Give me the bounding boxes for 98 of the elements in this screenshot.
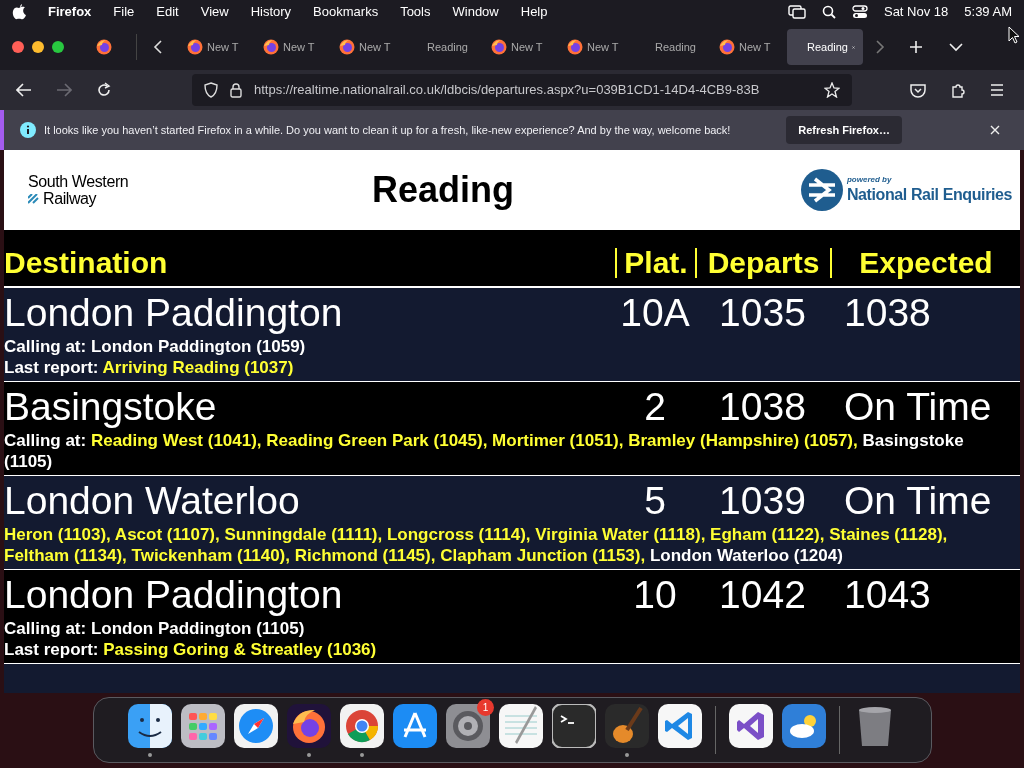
expected-time: 1043 [843,574,932,614]
menu-item[interactable]: History [250,2,292,22]
app-store-icon[interactable] [393,704,437,748]
gear-icon[interactable] [446,704,490,748]
window-control-icon[interactable] [52,41,64,53]
menu-item[interactable]: File [113,2,135,22]
calling-points: Calling at: London Paddington (1105) [4,618,306,639]
menu-item[interactable]: Window [452,2,499,22]
calling-points: Calling at: London Paddington (1059) [4,336,307,357]
notification-badge: 1 [477,699,494,716]
expected-time: On Time [843,480,993,520]
logo-text: National Rail Enquiries [846,185,1012,205]
calling-points: Calling at: Reading West (1041), Reading Green Park (1045), Mortimer (1051), Bramley (Hampshire) (1057), Basingstoke (1105) [4,430,965,472]
firefox-icon [567,39,583,55]
browser-tab[interactable]: New T [331,29,407,65]
platform-text: 10 [632,574,678,614]
browser-tab[interactable]: New T [711,29,787,65]
browser-tab[interactable]: New T [559,29,635,65]
menu-bar-date[interactable]: Sat Nov 18 [883,2,949,22]
compass-icon[interactable] [234,704,278,748]
menu-icon[interactable] [990,84,1004,96]
destination-text: London Paddington [4,574,344,614]
address-bar[interactable]: https://realtime.nationalrail.co.uk/ldbcis/departures.aspx?u=039B1CD1-14D4-4CB9-83B [192,74,852,106]
column-header: Departs [695,248,830,278]
info-icon [20,122,36,138]
notepad-icon[interactable] [499,704,543,748]
url-text: https://realtime.nationalrail.co.uk/ldbcis/departures.aspx?u=039B1CD1-14D4-4CB9-83B [254,81,761,100]
menu-bar-clock[interactable]: 5:39 AM [964,2,1012,22]
departure-time: 1039 [718,480,807,520]
logo-text: South Western [28,173,130,190]
pointer-icon [1008,26,1020,44]
terminal-icon[interactable] [552,704,596,748]
close-icon[interactable] [990,125,1000,135]
departure-time: 1035 [718,292,807,332]
last-report: Last report: Arriving Reading (1037) [4,357,295,378]
column-header: Expected [830,248,1020,278]
control-center-icon[interactable] [851,5,868,19]
browser-tab[interactable]: Reading [407,29,483,65]
menu-item[interactable]: Help [520,2,548,22]
firefox-view-icon[interactable] [96,39,112,55]
notification-message: It looks like you haven’t started Firefox in a while. Do you want to clean it up for a fresh, like-new experience? And by the way, welcome back! [44,122,731,138]
screen-mirroring-icon[interactable] [787,5,806,19]
station-title: Reading [372,168,514,212]
app-grid-icon[interactable] [181,704,225,748]
menu-item[interactable]: Tools [400,2,431,22]
new-tab-icon[interactable] [909,40,923,54]
menu-item[interactable]: View [200,2,229,22]
ide-icon[interactable] [729,704,773,748]
logo-text: Railway [43,190,97,207]
browser-tab[interactable]: New T [179,29,255,65]
column-header: Destination [4,248,169,278]
browser-tab[interactable]: Reading [635,29,711,65]
chrome-icon[interactable] [340,704,384,748]
destination-text: Basingstoke [4,386,218,426]
browser-tab[interactable]: New T [255,29,331,65]
finder-face-icon[interactable] [128,704,172,748]
reload-icon[interactable] [96,82,112,98]
column-header: Plat. [615,248,695,278]
firefox-icon[interactable] [287,704,331,748]
menu-item[interactable]: Bookmarks [313,2,379,22]
refresh-button[interactable]: Refresh Firefox… [786,115,902,145]
expected-time: On Time [843,386,993,426]
browser-tab[interactable]: Reading [787,29,863,65]
powered-by-text: powered by [846,175,893,185]
menu-item[interactable]: Edit [156,2,179,22]
code-editor-icon[interactable] [658,704,702,748]
expected-time: 1038 [843,292,932,332]
platform-text: 2 [643,386,667,426]
firefox-icon [187,39,203,55]
platform-text: 10A [619,292,691,332]
pocket-icon[interactable] [910,82,926,98]
weather-icon[interactable] [782,704,826,748]
browser-tab[interactable]: New T [483,29,559,65]
shield-icon [204,82,218,98]
lock-icon [230,82,242,98]
firefox-icon [339,39,355,55]
app-menu[interactable]: Firefox [48,2,92,22]
extensions-icon[interactable] [950,82,966,98]
chevron-left-icon[interactable] [153,40,163,54]
departure-time: 1038 [718,386,807,426]
back-icon[interactable] [16,83,32,97]
last-report: Last report: Passing Goring & Streatley (1036) [4,639,378,660]
apple-icon [12,4,26,20]
search-icon[interactable] [821,5,836,19]
platform-text: 5 [643,480,667,520]
chevron-down-icon[interactable] [949,42,963,52]
calling-points: Heron (1103), Ascot (1107), Sunningdale (1111), Longcross (1114), Virginia Water (1118), Egham (1122), Staines (1128), Feltham (1134), Twickenham (1140), Richmond (1145), Clapham Junction (1153), London Waterloo (1204) [4,524,949,566]
departure-time: 1042 [718,574,807,614]
window-control-icon[interactable] [12,41,24,53]
firefox-icon [263,39,279,55]
chevron-right-icon[interactable] [875,40,885,54]
firefox-icon [719,39,735,55]
star-icon[interactable] [824,82,840,98]
window-control-icon[interactable] [32,41,44,53]
destination-text: London Paddington [4,292,344,332]
destination-text: London Waterloo [4,480,301,520]
rail-logo-icon [800,169,843,211]
firefox-icon [491,39,507,55]
